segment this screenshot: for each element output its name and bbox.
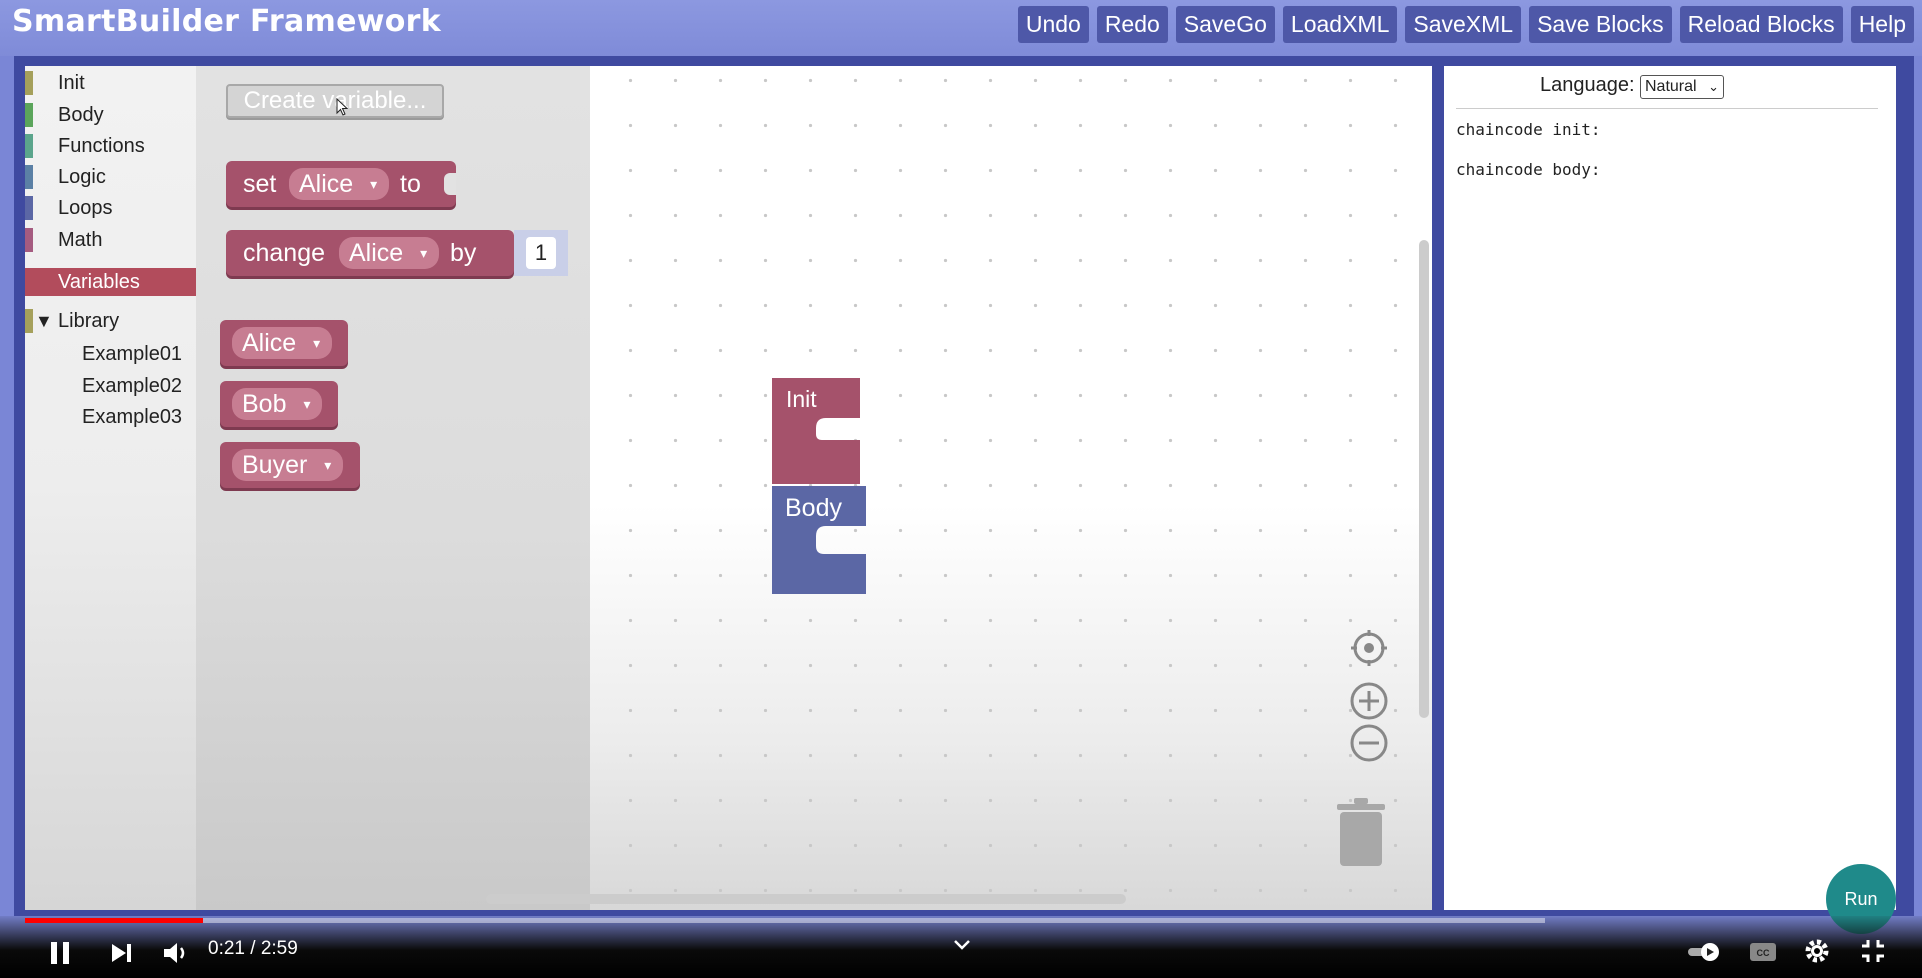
dropdown-arrow-icon: ▾ — [420, 245, 428, 261]
variable-name: Buyer — [242, 451, 308, 479]
create-variable-button[interactable]: Create variable... — [226, 84, 444, 118]
autoplay-toggle-icon[interactable] — [1686, 940, 1722, 964]
save-blocks-button[interactable]: Save Blocks — [1529, 6, 1672, 43]
language-label: Language: — [1540, 74, 1635, 96]
dropdown-arrow-icon: ▾ — [324, 457, 332, 473]
to-label: to — [400, 170, 421, 198]
loadxml-button[interactable]: LoadXML — [1282, 6, 1398, 43]
recenter-icon[interactable] — [1349, 628, 1389, 668]
code-panel — [1444, 66, 1896, 910]
toolbox: Init Body Functions Logic Loops Math Var… — [25, 66, 196, 910]
variable-block-bob[interactable]: Bob ▾ — [220, 381, 338, 427]
input-notch — [444, 173, 456, 195]
panel-divider[interactable] — [1432, 66, 1444, 910]
variable-dropdown[interactable]: Alice ▾ — [339, 237, 440, 269]
dropdown-arrow-icon: ▾ — [303, 396, 311, 412]
init-block-label: Init — [786, 386, 817, 412]
code-line-init: chaincode init: — [1456, 120, 1601, 139]
workspace-vertical-scrollbar[interactable] — [1419, 240, 1429, 718]
category-functions[interactable]: Functions — [25, 132, 196, 160]
variable-name: Alice — [242, 329, 297, 357]
variable-name: Bob — [242, 390, 287, 418]
code-line-body: chaincode body: — [1456, 160, 1601, 179]
category-swatch — [25, 71, 33, 95]
variable-block-buyer[interactable]: Buyer ▾ — [220, 442, 360, 488]
code-panel-divider — [1456, 108, 1878, 109]
video-time: 0:21 / 2:59 — [208, 938, 298, 959]
category-variables[interactable]: Variables — [25, 268, 196, 296]
help-button[interactable]: Help — [1850, 6, 1914, 43]
svg-text:CC: CC — [1757, 948, 1770, 958]
category-swatch — [25, 134, 33, 158]
settings-gear-icon[interactable] — [1804, 938, 1830, 964]
category-label: Functions — [58, 135, 145, 157]
category-label: Logic — [58, 166, 106, 188]
number-block[interactable]: 1 — [514, 230, 568, 276]
variable-block-alice[interactable]: Alice ▾ — [220, 320, 348, 366]
variable-name: Alice — [299, 170, 354, 198]
category-label: Init — [58, 72, 85, 94]
init-body-stack[interactable] — [766, 376, 876, 596]
toolbar: Undo Redo SaveGo LoadXML SaveXML Save Bl… — [1017, 6, 1914, 43]
category-label: Variables — [58, 271, 140, 293]
category-logic[interactable]: Logic — [25, 163, 196, 191]
mouse-cursor-icon — [336, 98, 349, 116]
category-label: Body — [58, 104, 104, 126]
captions-icon[interactable]: CC — [1748, 940, 1778, 964]
variable-name: Alice — [349, 239, 404, 267]
video-progress-fill — [25, 918, 203, 923]
category-swatch — [25, 165, 33, 189]
category-swatch — [25, 228, 33, 252]
category-math[interactable]: Math — [25, 226, 196, 254]
savexml-button[interactable]: SaveXML — [1405, 6, 1522, 43]
app-title: SmartBuilder Framework — [12, 4, 441, 39]
category-swatch — [25, 103, 33, 127]
category-label: Loops — [58, 197, 113, 219]
set-label: set — [243, 170, 277, 198]
zoom-in-icon[interactable] — [1349, 681, 1389, 721]
dropdown-arrow-icon: ▾ — [370, 176, 378, 192]
savego-button[interactable]: SaveGo — [1175, 6, 1275, 43]
category-library[interactable]: ▼ Library — [25, 307, 196, 335]
change-variable-block[interactable]: change Alice ▾ by — [226, 230, 514, 276]
variable-dropdown[interactable]: Buyer ▾ — [232, 449, 344, 481]
by-label: by — [450, 239, 477, 267]
pause-icon[interactable] — [48, 940, 74, 966]
category-label: Library — [58, 310, 120, 332]
zoom-out-icon[interactable] — [1349, 723, 1389, 763]
category-body[interactable]: Body — [25, 101, 196, 129]
variable-dropdown[interactable]: Bob ▾ — [232, 388, 323, 420]
variable-dropdown[interactable]: Alice ▾ — [289, 168, 390, 200]
reload-blocks-button[interactable]: Reload Blocks — [1679, 6, 1843, 43]
undo-button[interactable]: Undo — [1017, 6, 1089, 43]
block-workspace[interactable] — [590, 66, 1432, 910]
language-value: Natural — [1645, 78, 1697, 95]
collapse-arrow-icon[interactable]: ▼ — [35, 307, 53, 335]
redo-button[interactable]: Redo — [1096, 6, 1168, 43]
set-variable-block[interactable]: set Alice ▾ to — [226, 161, 456, 207]
variable-dropdown[interactable]: Alice ▾ — [232, 327, 333, 359]
chevron-down-icon[interactable] — [952, 938, 972, 952]
trash-icon[interactable] — [1334, 796, 1388, 868]
video-progress-track[interactable] — [25, 918, 1545, 923]
category-init[interactable]: Init — [25, 69, 196, 97]
next-icon[interactable] — [110, 942, 134, 964]
body-block-label: Body — [785, 494, 842, 522]
library-item-example03[interactable]: Example03 — [82, 406, 182, 429]
category-swatch — [25, 196, 33, 220]
chevron-down-icon: ⌄ — [1708, 79, 1719, 94]
category-loops[interactable]: Loops — [25, 194, 196, 222]
number-value[interactable]: 1 — [526, 237, 556, 269]
change-label: change — [243, 239, 326, 267]
app-header: SmartBuilder Framework Undo Redo SaveGo … — [0, 0, 1922, 56]
category-label: Math — [58, 229, 103, 251]
exit-fullscreen-icon[interactable] — [1860, 938, 1886, 964]
library-item-example02[interactable]: Example02 — [82, 375, 182, 398]
category-swatch — [25, 309, 33, 333]
volume-icon[interactable] — [162, 940, 190, 966]
library-item-example01[interactable]: Example01 — [82, 343, 182, 366]
dropdown-arrow-icon: ▾ — [313, 335, 321, 351]
language-select[interactable]: Natural ⌄ — [1640, 75, 1724, 99]
workspace-horizontal-scrollbar[interactable] — [486, 894, 1126, 904]
